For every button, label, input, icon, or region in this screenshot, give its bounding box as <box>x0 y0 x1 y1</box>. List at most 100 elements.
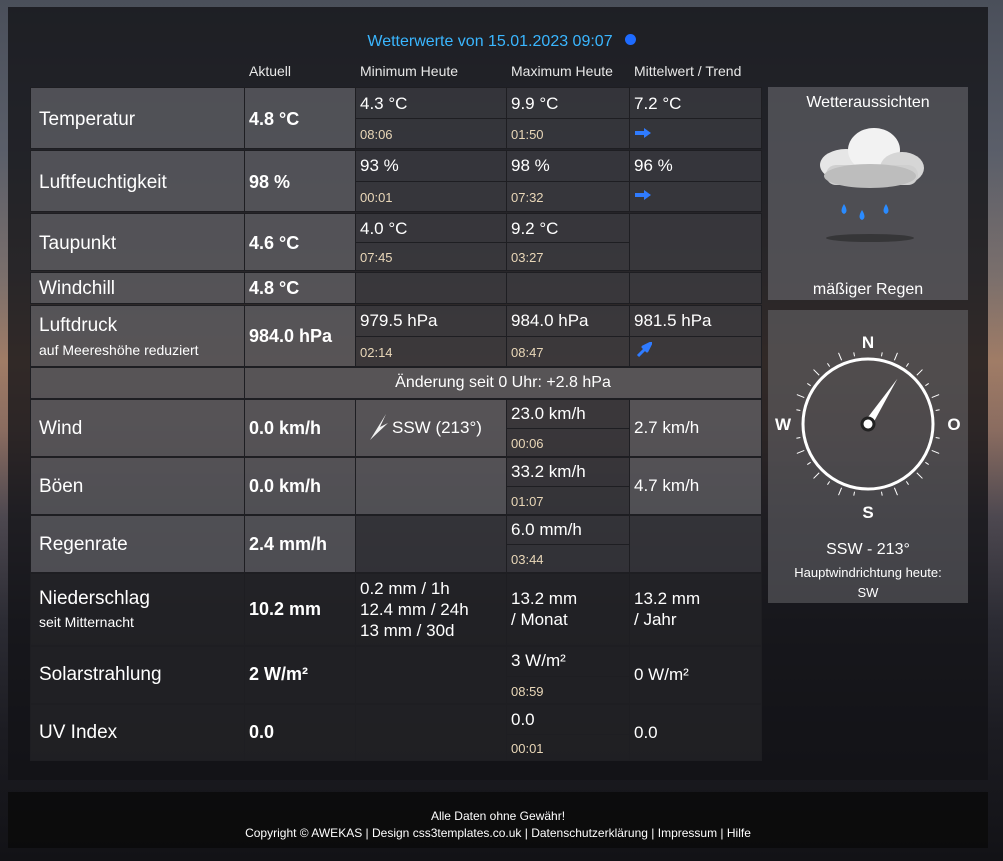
min-time: 07:45 <box>360 250 393 265</box>
rising-arrow-icon <box>636 342 652 358</box>
row-label-regenrate: Regenrate <box>30 515 245 573</box>
compass-tick <box>807 461 811 465</box>
label-text: Wind <box>39 418 83 439</box>
current-value: 984.0 hPa <box>249 326 333 346</box>
main-wind-label: Hauptwindrichtung heute: <box>794 565 942 580</box>
sublabel-text: seit Mitternacht <box>39 614 134 630</box>
footer-link-datenschutz[interactable]: Datenschutzerklärung <box>531 826 648 840</box>
max-value: 6.0 mm/h <box>511 520 582 539</box>
min-time-luftdruck: 02:14 <box>355 336 507 367</box>
min-windchill <box>355 272 507 304</box>
max-regenrate: 6.0 mm/h <box>506 515 630 545</box>
compass-tick <box>807 383 811 387</box>
max-time-wind: 00:06 <box>506 428 630 457</box>
min-value: 4.0 °C <box>360 219 408 238</box>
current-value: 10.2 mm <box>249 599 322 619</box>
compass-tick <box>893 352 898 361</box>
precip-month-value: 13.2 mm <box>511 589 578 608</box>
column-header-avg-trend: Mittelwert / Trend <box>634 63 742 79</box>
max-time-regenrate: 03:44 <box>506 544 630 573</box>
max-value: 3 W/m² <box>511 651 566 670</box>
wind-compass: N S W O <box>775 333 961 522</box>
trend-luftfeuchtigkeit <box>629 181 762 212</box>
current-solar: 2 W/m² <box>244 646 356 704</box>
rain-cloud-icon <box>820 128 924 242</box>
max-time: 01:07 <box>511 494 544 509</box>
min-boeen <box>355 457 507 515</box>
max-temperatur: 9.9 °C <box>506 87 630 119</box>
min-luftdruck: 979.5 hPa <box>355 305 507 337</box>
label-text: UV Index <box>39 722 118 743</box>
avg-value: 7.2 °C <box>634 94 682 113</box>
avg-boeen: 4.7 km/h <box>629 457 762 515</box>
max-time: 01:50 <box>511 127 544 142</box>
avg-taupunkt <box>629 213 762 271</box>
compass-tick <box>925 383 929 387</box>
compass-n-label: N <box>862 333 874 352</box>
avg-uv: 0.0 <box>629 704 762 761</box>
label-text: Luftdruck <box>39 315 118 336</box>
avg-wind: 2.7 km/h <box>629 399 762 457</box>
max-time: 00:01 <box>511 741 544 756</box>
current-taupunkt: 4.6 °C <box>244 213 356 271</box>
compass-tick <box>905 481 909 485</box>
footer-disclaimer: Alle Daten ohne Gewähr! <box>430 809 566 823</box>
max-time-taupunkt: 03:27 <box>506 242 630 271</box>
footer-link-design[interactable]: Design css3templates.co.uk <box>372 826 521 840</box>
max-time-boeen: 01:07 <box>506 486 630 515</box>
steady-arrow-icon <box>635 190 651 200</box>
min-taupunkt: 4.0 °C <box>355 213 507 243</box>
avg-temperatur: 7.2 °C <box>629 87 762 119</box>
status-dot-icon <box>624 34 636 45</box>
label-text: Böen <box>39 476 84 497</box>
avg-windchill <box>629 272 762 304</box>
max-time-temperatur: 01:50 <box>506 118 630 149</box>
current-value: 4.6 °C <box>249 233 300 253</box>
column-header-max: Maximum Heute <box>511 63 613 79</box>
current-value: 0.0 <box>249 722 275 742</box>
compass-tick <box>925 461 929 465</box>
label-text: Taupunkt <box>39 233 117 254</box>
compass-tick <box>853 352 856 357</box>
row-label-boeen: Böen <box>30 457 245 515</box>
forecast-title: Wetteraussichten <box>806 94 930 111</box>
label-text: Windchill <box>39 278 116 299</box>
avg-value: 4.7 km/h <box>634 476 700 495</box>
compass-tick <box>827 481 831 485</box>
max-time: 08:59 <box>511 684 544 699</box>
label-text: Regenrate <box>39 534 128 555</box>
compass-tick <box>827 363 831 367</box>
pressure-change: Änderung seit 0 Uhr: +2.8 hPa <box>244 367 762 399</box>
max-boeen: 33.2 km/h <box>506 457 630 487</box>
current-regenrate: 2.4 mm/h <box>244 515 356 573</box>
max-time-luftdruck: 08:47 <box>506 336 630 367</box>
row-label-luftdruck: Luftdruck auf Meereshöhe reduziert <box>30 305 245 367</box>
max-time: 00:06 <box>511 436 544 451</box>
compass-tick <box>796 409 801 412</box>
row-label-niederschlag: Niederschlag seit Mitternacht <box>30 573 245 646</box>
current-niederschlag: 10.2 mm <box>244 573 356 646</box>
row-label-solar: Solarstrahlung <box>30 646 245 704</box>
min-time: 02:14 <box>360 345 393 360</box>
footer: Alle Daten ohne Gewähr! Copyright © AWEK… <box>8 792 988 848</box>
wind-direction-arrow-icon <box>370 414 388 440</box>
max-wind: 23.0 km/h <box>506 399 630 429</box>
max-value: 98 % <box>511 156 550 175</box>
wind-direction-text: SSW (213°) <box>392 418 482 437</box>
page-title-text: Wetterwerte von 15.01.2023 09:07 <box>367 33 613 50</box>
compass-panel: N S W O SSW - 213° Hauptwindrichtung heu… <box>768 310 968 603</box>
row-label-taupunkt: Taupunkt <box>30 213 245 271</box>
precip-1h: 0.2 mm / 1h <box>360 579 450 598</box>
max-value: 984.0 hPa <box>511 311 589 330</box>
avg-luftfeuchtigkeit: 96 % <box>629 150 762 182</box>
compass-tick <box>796 449 805 454</box>
compass-direction-text: SSW - 213° <box>826 541 910 558</box>
max-value: 9.2 °C <box>511 219 559 238</box>
avg-value: 0.0 <box>634 723 658 742</box>
max-taupunkt: 9.2 °C <box>506 213 630 243</box>
footer-link-impressum[interactable]: Impressum <box>658 826 717 840</box>
current-value: 0.0 km/h <box>249 418 322 438</box>
trend-temperatur <box>629 118 762 149</box>
min-value: 93 % <box>360 156 399 175</box>
footer-link-hilfe[interactable]: Hilfe <box>727 826 751 840</box>
